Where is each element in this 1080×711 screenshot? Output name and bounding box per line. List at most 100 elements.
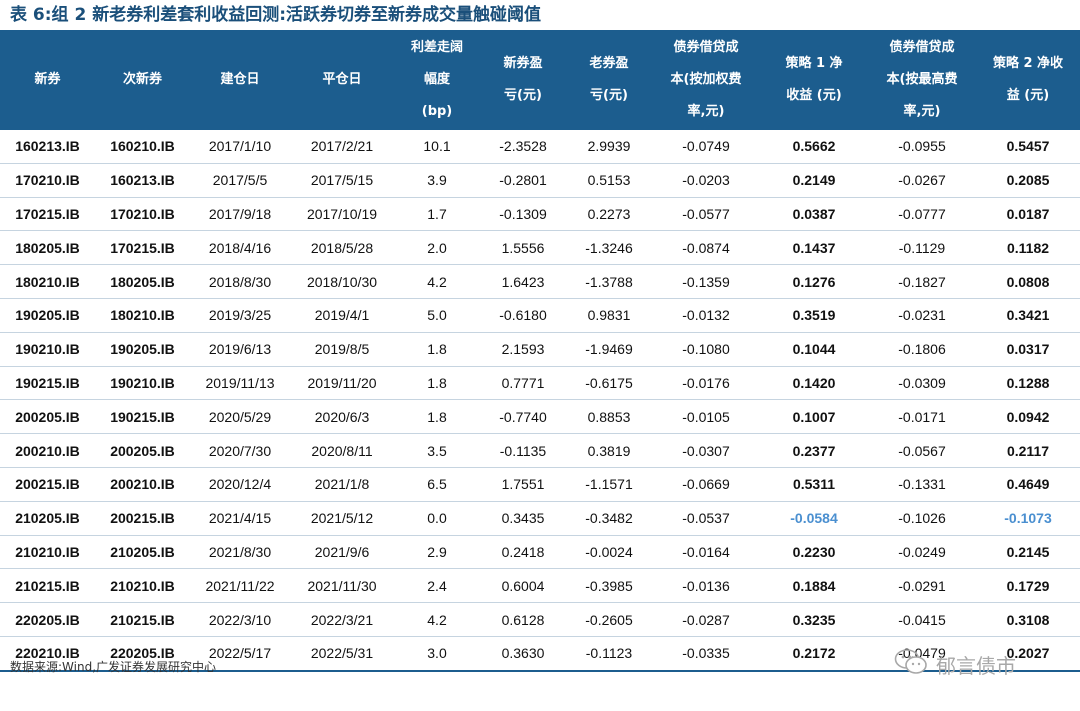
table-cell: 200210.IB xyxy=(0,433,95,468)
table-cell: -0.0231 xyxy=(868,298,976,333)
table-cell: -0.1827 xyxy=(868,264,976,299)
table-cell: -0.2605 xyxy=(566,602,652,637)
table-cell: 2017/5/15 xyxy=(290,163,394,198)
column-header-line: 率,元) xyxy=(687,104,725,119)
column-header-line: 幅度 xyxy=(423,72,450,87)
table-cell: 2017/1/10 xyxy=(190,130,290,164)
table-cell: 0.2273 xyxy=(566,197,652,232)
column-header-line: 次新券 xyxy=(122,72,162,87)
table-cell: -0.0171 xyxy=(868,399,976,435)
table-cell: 2.9 xyxy=(394,535,480,570)
table-cell: 2018/10/30 xyxy=(290,264,394,299)
table-cell: 180205.IB xyxy=(95,264,190,299)
table-cell: 1.8 xyxy=(394,332,480,367)
table-cell: -0.3985 xyxy=(566,568,652,604)
table-cell: 2019/6/13 xyxy=(190,332,290,367)
table-cell: -0.0287 xyxy=(652,602,760,637)
table-cell: -0.0584 xyxy=(760,501,868,536)
table-cell: 170210.IB xyxy=(0,163,95,198)
table-cell: 160213.IB xyxy=(0,130,95,164)
table-cell: -0.1359 xyxy=(652,264,760,299)
table-cell: 0.1884 xyxy=(760,568,868,604)
table-row: 170215.IB 170210.IB 2017/9/18 2017/10/19 1.7… xyxy=(0,197,1080,232)
table-cell: 0.3108 xyxy=(976,602,1080,637)
table-cell: -0.0749 xyxy=(652,130,760,164)
table-cell: 0.4649 xyxy=(976,467,1080,502)
table-cell: 2019/8/5 xyxy=(290,332,394,367)
table-cell: 0.0 xyxy=(394,501,480,536)
table-cell: -0.0291 xyxy=(868,568,976,604)
table-cell: 200215.IB xyxy=(0,467,95,502)
column-header-line: 收益 (元) xyxy=(786,88,842,103)
table-cell: -0.1135 xyxy=(480,433,566,468)
table-cell: 10.1 xyxy=(394,130,480,164)
column-header: 建仓日 xyxy=(190,30,290,130)
table-cell: 1.8 xyxy=(394,366,480,401)
table-cell: 2019/11/13 xyxy=(190,366,290,401)
table-cell: 2019/4/1 xyxy=(290,298,394,333)
column-header-line: 老券盈 xyxy=(589,56,629,71)
table-cell: -0.0669 xyxy=(652,467,760,502)
table-cell: -1.3246 xyxy=(566,230,652,266)
source-note: 数据来源:Wind,广发证券发展研究中心 xyxy=(10,660,217,674)
table-cell: -0.0335 xyxy=(652,636,760,672)
table-row: 190215.IB 190210.IB 2019/11/13 2019/11/20 1.… xyxy=(0,366,1080,401)
table-cell: -0.1309 xyxy=(480,197,566,232)
column-header-line: 新券盈 xyxy=(503,56,543,71)
table-row: 190210.IB 190205.IB 2019/6/13 2019/8/5 1.8 2.… xyxy=(0,332,1080,367)
table-cell: 2.0 xyxy=(394,230,480,266)
table-cell: -0.6175 xyxy=(566,366,652,401)
table-cell: -0.0955 xyxy=(868,130,976,164)
table-cell: 180210.IB xyxy=(95,298,190,333)
table-cell: 190210.IB xyxy=(95,366,190,401)
table-cell: 1.5556 xyxy=(480,230,566,266)
table-cell: -0.3482 xyxy=(566,501,652,536)
table-cell: 180205.IB xyxy=(0,230,95,266)
column-header: 债券借贷成 本(按最高费 率,元) xyxy=(868,30,976,130)
column-header-line: 新券 xyxy=(34,72,61,87)
table-cell: 220205.IB xyxy=(0,602,95,637)
table-cell: -0.0307 xyxy=(652,433,760,468)
watermark: 郁言债市 xyxy=(894,646,1016,682)
table-cell: -0.1073 xyxy=(976,501,1080,536)
table-cell: 3.5 xyxy=(394,433,480,468)
table-cell: 0.6004 xyxy=(480,568,566,604)
table-cell: 170210.IB xyxy=(95,197,190,232)
column-header-line: 本(按最高费 xyxy=(886,72,958,87)
table-cell: -0.1331 xyxy=(868,467,976,502)
table-cell: 2017/10/19 xyxy=(290,197,394,232)
column-header-line: 亏(元) xyxy=(504,88,542,103)
table-cell: 210215.IB xyxy=(0,568,95,604)
table-cell: 0.0387 xyxy=(760,197,868,232)
table-cell: 0.2149 xyxy=(760,163,868,198)
table-cell: 3.9 xyxy=(394,163,480,198)
table-row: 190205.IB 180210.IB 2019/3/25 2019/4/1 5.0 -0… xyxy=(0,298,1080,333)
table-cell: -0.0136 xyxy=(652,568,760,604)
table-cell: 0.1007 xyxy=(760,399,868,435)
table-cell: -1.3788 xyxy=(566,264,652,299)
table-cell: 0.5153 xyxy=(566,163,652,198)
table-cell: 2021/8/30 xyxy=(190,535,290,570)
table-cell: -0.1026 xyxy=(868,501,976,536)
column-header: 老券盈 亏(元) xyxy=(566,30,652,130)
table-cell: 210205.IB xyxy=(0,501,95,536)
table-row: 200215.IB 200210.IB 2020/12/4 2021/1/8 6.5 1.… xyxy=(0,467,1080,502)
table-cell: 4.2 xyxy=(394,264,480,299)
table-cell: -1.1571 xyxy=(566,467,652,502)
table-cell: 1.7551 xyxy=(480,467,566,502)
table-cell: -0.0024 xyxy=(566,535,652,570)
table-cell: 2021/5/12 xyxy=(290,501,394,536)
table-cell: 2020/6/3 xyxy=(290,399,394,435)
table-cell: -0.7740 xyxy=(480,399,566,435)
table-cell: 200215.IB xyxy=(95,501,190,536)
table-cell: -0.0164 xyxy=(652,535,760,570)
table-cell: 2022/3/21 xyxy=(290,602,394,637)
column-header-line: 策略 1 净 xyxy=(785,56,843,71)
table-cell: 0.1437 xyxy=(760,230,868,266)
table-cell: 0.3819 xyxy=(566,433,652,468)
column-header-line: 建仓日 xyxy=(220,72,260,87)
table-cell: 4.2 xyxy=(394,602,480,637)
table-cell: 2020/12/4 xyxy=(190,467,290,502)
table-row: 210210.IB 210205.IB 2021/8/30 2021/9/6 2.9 0.… xyxy=(0,535,1080,570)
table-cell: -0.0176 xyxy=(652,366,760,401)
